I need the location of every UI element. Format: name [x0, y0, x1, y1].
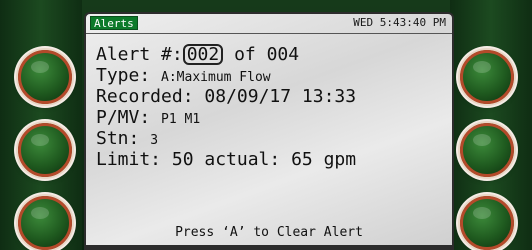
alert-limit-text: Limit: 50 actual: 65 gpm: [96, 149, 357, 170]
lcd-screen: Alerts WED 5:43:40 PM Alert #: 002 of 004…: [84, 12, 454, 250]
softkey-right-3[interactable]: [460, 196, 514, 250]
alert-recorded-label: Recorded:: [96, 86, 194, 107]
alert-station-value: 3: [150, 133, 159, 148]
softkey-right-1[interactable]: [460, 50, 514, 104]
alert-type-value: A:Maximum Flow: [161, 70, 271, 85]
alert-station-row: Stn: 3: [96, 128, 446, 149]
clear-alert-hint: Press ‘A’ to Clear Alert: [175, 225, 363, 240]
softkey-left-2[interactable]: [18, 123, 72, 177]
alert-station-label: Stn:: [96, 128, 140, 149]
alert-type-row: Type: A:Maximum Flow: [96, 65, 446, 86]
alert-pmv-label: P/MV:: [96, 107, 151, 128]
status-bar: Alerts WED 5:43:40 PM: [86, 14, 452, 34]
alert-limit-row: Limit: 50 actual: 65 gpm: [96, 149, 446, 170]
alert-pmv-value: P1 M1: [161, 112, 201, 127]
alert-details: Alert #: 002 of 004 Type: A:Maximum Flow …: [96, 44, 446, 170]
alert-number-label: Alert #:: [96, 44, 183, 65]
alert-pmv-row: P/MV: P1 M1: [96, 107, 446, 128]
alert-total: 004: [266, 44, 300, 65]
alert-type-label: Type:: [96, 65, 151, 86]
clock-readout: WED 5:43:40 PM: [353, 16, 446, 29]
controller-panel: Alerts WED 5:43:40 PM Alert #: 002 of 004…: [0, 0, 532, 250]
screen-title-tab: Alerts: [90, 16, 138, 30]
softkey-right-2[interactable]: [460, 123, 514, 177]
alert-number-field[interactable]: 002: [182, 44, 224, 65]
alert-recorded-value: 08/09/17 13:33: [204, 86, 357, 107]
softkey-left-3[interactable]: [18, 196, 72, 250]
alert-of-label: of: [234, 44, 256, 65]
alert-number-row: Alert #: 002 of 004: [96, 44, 446, 65]
screen-bottom-rule: [86, 245, 452, 248]
alert-recorded-row: Recorded: 08/09/17 13:33: [96, 86, 446, 107]
softkey-left-1[interactable]: [18, 50, 72, 104]
